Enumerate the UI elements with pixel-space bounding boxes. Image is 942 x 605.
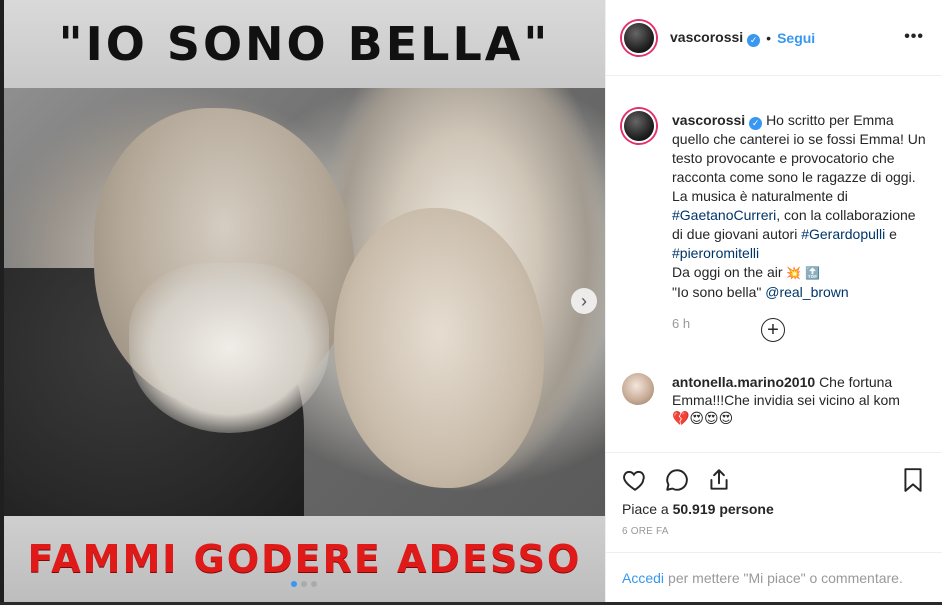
mention-link[interactable]: @real_brown [765, 284, 848, 300]
comment-username[interactable]: antonella.marino2010 [672, 374, 815, 390]
avatar[interactable] [622, 20, 656, 55]
header-username[interactable]: vascorossi ✓ [670, 29, 761, 47]
comments-section[interactable]: vascorossi ✓ Ho scritto per Emma quello c… [606, 77, 942, 451]
likes-count[interactable]: Piace a 50.919 persone [622, 501, 774, 517]
comment-icon[interactable] [664, 467, 690, 493]
comment-body: antonella.marino2010 Che fortuna Emma!!!… [672, 373, 922, 427]
caption-body: vascorossi ✓ Ho scritto per Emma quello c… [672, 111, 926, 302]
carousel-dot [291, 581, 297, 587]
plus-icon: + [767, 319, 779, 341]
collision-emoji: 💥 [786, 266, 802, 280]
media-top-banner: "Io sono bella" [4, 0, 605, 88]
verified-badge-icon: ✓ [747, 33, 761, 47]
hashtag-link[interactable]: #GaetanoCurreri [672, 207, 776, 223]
media-title-bottom: Fammi godere adesso [27, 537, 582, 581]
caption-time[interactable]: 6 h [672, 316, 942, 331]
caption-text: Da oggi on the air [672, 264, 783, 280]
post-media[interactable]: "Io sono bella" Fammi godere adesso › [4, 0, 605, 602]
carousel-next-button[interactable]: › [571, 288, 597, 314]
post-panel: vascorossi ✓ • Segui ••• vascorossi ✓ Ho s… [605, 0, 942, 602]
load-more-comments-button[interactable]: + [761, 318, 785, 342]
hashtag-link[interactable]: #Gerardopulli [801, 226, 885, 242]
chevron-right-icon: › [581, 291, 587, 311]
carousel-dots [291, 581, 317, 587]
media-bottom-banner: Fammi godere adesso [4, 516, 605, 602]
follow-button[interactable]: Segui [777, 30, 815, 46]
caption-text: e [889, 226, 897, 242]
hashtag-link[interactable]: #pieroromitelli [672, 245, 759, 261]
login-prompt-text: per mettere "Mi piace" o commentare. [668, 569, 903, 586]
login-link[interactable]: Accedi [622, 570, 664, 586]
post-header: vascorossi ✓ • Segui ••• [606, 0, 942, 76]
login-to-comment-bar: Accedi per mettere "Mi piace" o commenta… [606, 552, 942, 602]
list-item: antonella.marino2010 Che fortuna Emma!!!… [622, 373, 932, 427]
share-icon[interactable] [706, 467, 732, 493]
caption-text: "Io sono bella" [672, 284, 762, 300]
caption-username[interactable]: vascorossi ✓ [672, 112, 763, 130]
media-title-top: "Io sono bella" [58, 17, 551, 71]
verified-badge-icon: ✓ [749, 117, 763, 130]
comment-emojis: 💔😍😍😍 [672, 410, 734, 426]
avatar[interactable] [622, 373, 654, 405]
header-separator: • [766, 29, 772, 46]
more-options-icon[interactable]: ••• [904, 28, 924, 46]
post-timestamp[interactable]: 6 ORE FA [622, 526, 669, 537]
action-icons [622, 467, 732, 493]
carousel-dot [311, 581, 317, 587]
heart-icon[interactable] [622, 467, 648, 493]
post-caption: vascorossi ✓ Ho scritto per Emma quello c… [606, 77, 942, 302]
post-photo [4, 88, 605, 516]
avatar[interactable] [622, 109, 656, 143]
bookmark-icon[interactable] [902, 467, 924, 493]
top-emoji: 🔝 [805, 266, 821, 280]
carousel-dot [301, 581, 307, 587]
